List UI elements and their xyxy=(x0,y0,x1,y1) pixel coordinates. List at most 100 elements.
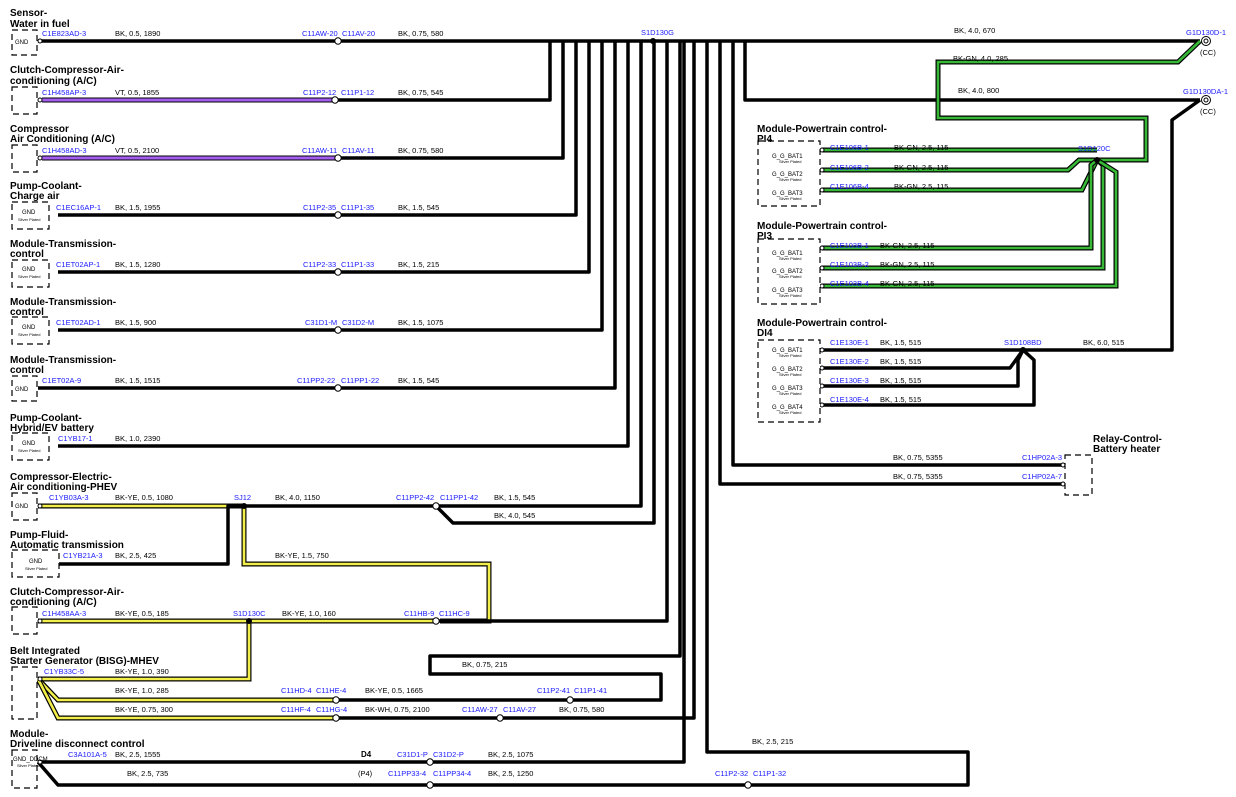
conn-tcm3: C1ET02A-9 xyxy=(42,376,81,385)
title-pi3-2: PI3 xyxy=(757,231,772,242)
wirespec-4a: BK, 1.5, 1955 xyxy=(115,203,160,212)
conn-i1b: C11AV-20 xyxy=(342,29,375,38)
conn-water: C1E823AD-3 xyxy=(42,29,86,38)
wirespec-di4-3: BK, 1.5, 515 xyxy=(880,376,921,385)
title-pi4-2: PI4 xyxy=(757,134,772,145)
conn-i7a: C11PP2-22 xyxy=(297,376,335,385)
wirespec-14b: BK, 2.5, 1075 xyxy=(488,750,533,759)
wirespec-pi4-1: BK-GN, 2.5, 115 xyxy=(894,143,948,152)
di4-pin3-sub: Silver Plated xyxy=(779,391,801,396)
title-di4-1: Module-Powertrain control- xyxy=(757,318,887,329)
wire-ground-2b xyxy=(1023,98,1202,352)
conn-i2b: C11P1-12 xyxy=(341,88,374,97)
conn-i9b: C11PP1-42 xyxy=(440,493,478,502)
conn-i3b: C11AV-11 xyxy=(342,146,375,155)
ground-tcm2: GND xyxy=(22,325,36,331)
ground-sub-tcm1: Silver Plated xyxy=(18,274,40,279)
ground-sub-pump-fluid: Silver Plated xyxy=(25,566,47,571)
wirespec-7b: BK, 1.5, 545 xyxy=(398,376,439,385)
splice-label-s1d130c: S1D130C xyxy=(233,609,266,618)
component-box-compressor xyxy=(11,144,38,173)
wirespec-pi4-2: BK-GN, 2.5, 115 xyxy=(894,163,948,172)
title-compressor-2: Air Conditioning (A/C) xyxy=(10,134,115,145)
conn-i5b: C11P1-33 xyxy=(341,260,374,269)
wirespec-9b: BK, 4.0, 1150 xyxy=(275,493,320,502)
ground-pump-charge: GND xyxy=(22,210,36,216)
wirespec-7a: BK, 1.5, 1515 xyxy=(115,376,160,385)
splice-s1d120c xyxy=(1094,157,1100,163)
component-box-clutch-ac xyxy=(11,86,38,115)
wiring-diagram: Sensor- Water in fuel Clutch-Compressor-… xyxy=(10,8,1228,789)
wirespec-9d: BK, 4.0, 545 xyxy=(494,511,535,520)
wirespec-12a: BK-YE, 1.0, 390 xyxy=(115,667,169,676)
wirespec-g2: BK-GN, 4.0, 285 xyxy=(953,54,1008,63)
conn-relay-a: C1HP02A-3 xyxy=(1022,453,1062,462)
title-pump-fluid-2: Automatic transmission xyxy=(10,540,124,551)
pi4-pin2-sub: Silver Plated xyxy=(779,177,801,182)
wirespec-16: BK, 2.5, 215 xyxy=(752,737,793,746)
conn-i4b: C11P1-35 xyxy=(341,203,374,212)
conn-i9a: C11PP2-42 xyxy=(396,493,434,502)
conn-i14a: C31D1-P xyxy=(397,750,428,759)
wirespec-15b: BK, 2.5, 1250 xyxy=(488,769,533,778)
wirespec-9c: BK, 1.5, 545 xyxy=(494,493,535,502)
label-d4: D4 xyxy=(361,750,372,759)
conn-ddcm: C3A101A-5 xyxy=(68,750,107,759)
ground-pump-hybrid: GND xyxy=(22,441,36,447)
conn-i16a: C11P2-32 xyxy=(715,769,748,778)
wires xyxy=(35,39,1202,787)
conn-fluid: C1YB21A-3 xyxy=(63,551,103,560)
wire-phev-bk2 xyxy=(434,41,656,525)
ground-cc-2: (CC) xyxy=(1200,107,1216,116)
ground-conn-g2: G1D130DA-1 xyxy=(1183,87,1228,96)
wirespec-pi3-3: BK-GN, 2.5, 115 xyxy=(880,279,934,288)
wirespec-pi3-2: BK-GN, 2.5, 115 xyxy=(880,260,934,269)
ground-tcm3: GND xyxy=(15,387,29,393)
conn-di4-2: C1E130E-2 xyxy=(830,357,869,366)
title-ddcm-2: Driveline disconnect control xyxy=(10,739,145,750)
conn-i12a: C11HD-4 xyxy=(281,686,312,695)
ground-sub-pump-hybrid: Silver Plated xyxy=(18,448,40,453)
wirespec-12c: BK-YE, 0.5, 1665 xyxy=(365,686,423,695)
splice-label-sj12: SJ12 xyxy=(234,493,251,502)
title-water-sensor-1: Sensor- xyxy=(10,8,47,19)
conn-i13c: C11AW-27 xyxy=(462,705,498,714)
conn-i13a: C11HF-4 xyxy=(281,705,311,714)
wirespec-6a: BK, 1.5, 900 xyxy=(115,318,156,327)
conn-bisg: C1YB33C-5 xyxy=(44,667,84,676)
conn-i2a: C11P2-12 xyxy=(303,88,336,97)
title-bisg-2: Starter Generator (BISG)-MHEV xyxy=(10,656,159,667)
di4-pin4-sub: Silver Plated xyxy=(779,410,801,415)
splice-s1d130c xyxy=(246,618,252,624)
conn-i7b: C11PP1-22 xyxy=(341,376,379,385)
ground-sub-tcm2: Silver Plated xyxy=(18,332,40,337)
ground-pump-fluid: GND xyxy=(29,559,43,565)
wirespec-relay-1: BK, 0.75, 5355 xyxy=(893,453,943,462)
conn-i13b: C11HG-4 xyxy=(316,705,347,714)
ground-conn-g1: G1D130D-1 xyxy=(1186,28,1226,37)
ground-cc-1: (CC) xyxy=(1200,48,1216,57)
conn-pi3-3: C1E103B-4 xyxy=(830,279,869,288)
conn-i11a: C11HB-9 xyxy=(404,609,434,618)
wire-tcm-2 xyxy=(58,41,604,332)
component-box-relay xyxy=(1064,454,1093,496)
wirespec-4b: BK, 1.5, 545 xyxy=(398,203,439,212)
wirespec-13b: BK-WH, 0.75, 2100 xyxy=(365,705,430,714)
wirespec-12b: BK-YE, 1.0, 285 xyxy=(115,686,169,695)
conn-i11b: C11HC-9 xyxy=(439,609,470,618)
conn-i3a: C11AW-11 xyxy=(302,146,337,155)
di4-pin1-sub: Silver Plated xyxy=(779,353,801,358)
wire-pump-charge xyxy=(58,41,578,217)
title-di4-2: DI4 xyxy=(757,328,773,339)
conn-di4-3: C1E130E-3 xyxy=(830,376,869,385)
pi4-pin1-sub: Silver Plated xyxy=(779,159,801,164)
ground-sub-ddcm: Silver Plated xyxy=(17,763,39,768)
di4-pin2-sub: Silver Plated xyxy=(779,372,801,377)
wirespec-2b: BK, 0.75, 545 xyxy=(398,88,443,97)
title-pi3-1: Module-Powertrain control- xyxy=(757,221,887,232)
conn-i12c: C11P2-41 xyxy=(537,686,570,695)
wirespec-2a: VT, 0.5, 1855 xyxy=(115,88,159,97)
splice-label-s1d120c: S1D120C xyxy=(1078,144,1111,153)
conn-pumphyb: C1YB17-1 xyxy=(58,434,93,443)
conn-i15a: C11PP33-4 xyxy=(388,769,426,778)
